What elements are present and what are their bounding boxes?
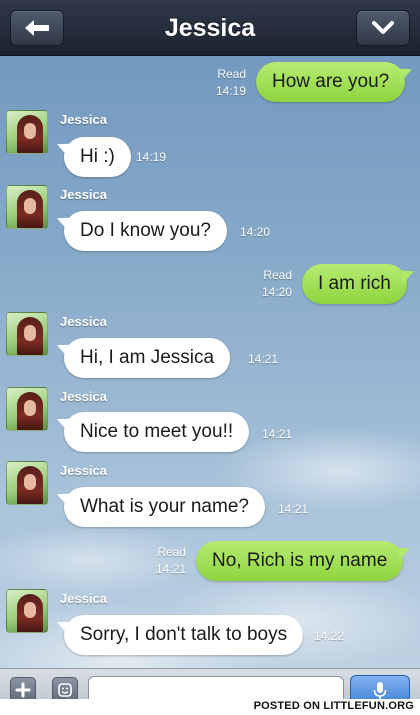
incoming-message-bubble[interactable]: Hi :): [64, 137, 131, 177]
incoming-message-bubble[interactable]: Hi, I am Jessica: [64, 338, 231, 378]
incoming-message-bubble[interactable]: Nice to meet you!!: [64, 412, 250, 452]
sender-name: Jessica: [60, 187, 107, 202]
outgoing-message-bubble[interactable]: How are you?: [256, 62, 406, 102]
contact-avatar[interactable]: [6, 461, 48, 505]
contact-avatar[interactable]: [6, 387, 48, 431]
message-time: 14:19: [215, 84, 246, 98]
message-meta: Read 14:21: [146, 544, 186, 578]
chevron-down-icon: [372, 21, 394, 34]
sender-name: Jessica: [60, 112, 107, 127]
sender-name: Jessica: [60, 463, 107, 478]
sender-name: Jessica: [60, 591, 107, 606]
read-status: Read: [157, 545, 186, 559]
incoming-message-bubble[interactable]: Sorry, I don't talk to boys: [64, 615, 304, 655]
site-credit: POSTED ON LITTLEFUN.ORG: [253, 700, 414, 712]
contact-avatar[interactable]: [6, 312, 48, 356]
message-time: 14:21: [155, 562, 186, 576]
message-time: 14:19: [136, 150, 167, 164]
emoji-icon: [58, 683, 72, 697]
nav-bar: Jessica: [0, 0, 420, 56]
read-status: Read: [263, 268, 292, 282]
message-meta: Read 14:19: [206, 66, 246, 100]
options-dropdown-button[interactable]: [356, 10, 410, 46]
contact-avatar[interactable]: [6, 589, 48, 633]
contact-avatar[interactable]: [6, 185, 48, 229]
sender-name: Jessica: [60, 389, 107, 404]
message-time: 14:20: [240, 225, 271, 239]
message-time: 14:21: [278, 502, 309, 516]
incoming-message-bubble[interactable]: What is your name?: [64, 487, 265, 527]
read-status: Read: [217, 67, 246, 81]
plus-icon: [15, 682, 31, 698]
outgoing-message-bubble[interactable]: No, Rich is my name: [196, 541, 404, 581]
message-meta: Read 14:20: [252, 267, 292, 301]
sender-name: Jessica: [60, 314, 107, 329]
outgoing-message-bubble[interactable]: I am rich: [302, 264, 407, 304]
message-time: 14:21: [262, 427, 293, 441]
microphone-icon: [373, 682, 387, 699]
message-time: 14:22: [314, 629, 345, 643]
chat-screen: Jessica Read 14:19 How are you? Jessica …: [0, 0, 420, 715]
message-time: 14:20: [261, 285, 292, 299]
incoming-message-bubble[interactable]: Do I know you?: [64, 211, 227, 251]
message-time: 14:21: [248, 352, 279, 366]
contact-avatar[interactable]: [6, 110, 48, 154]
